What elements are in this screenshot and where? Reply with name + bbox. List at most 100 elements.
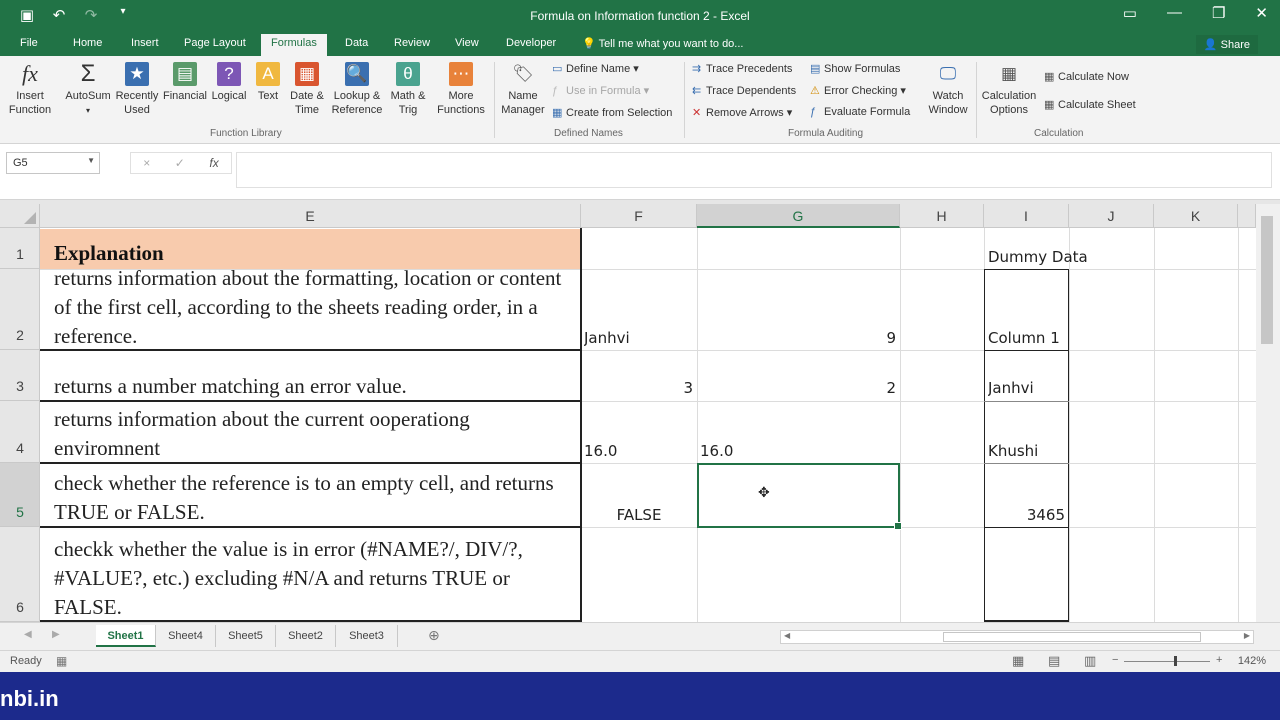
tab-file[interactable]: File <box>20 37 38 49</box>
row-header-2[interactable]: 2 <box>0 269 40 350</box>
watch-window-button[interactable]: 🖵 Watch Window <box>924 62 972 117</box>
create-from-selection-button[interactable]: ▦ Create from Selection <box>552 106 672 119</box>
calculate-sheet-button[interactable]: ▦ Calculate Sheet <box>1044 98 1136 111</box>
select-all-button[interactable] <box>0 204 40 228</box>
formula-input[interactable] <box>236 152 1272 188</box>
cell-f4[interactable]: 16.0 <box>584 442 694 460</box>
scrollbar-thumb[interactable] <box>1261 216 1273 344</box>
remove-arrows-button[interactable]: ✕ Remove Arrows ▾ <box>692 106 792 119</box>
column-header-l[interactable] <box>1238 204 1256 228</box>
define-name-button[interactable]: ▭ Define Name ▾ <box>552 62 639 75</box>
column-header-h[interactable]: H <box>900 204 984 228</box>
add-sheet-icon[interactable]: ⊕ <box>428 627 440 644</box>
cell-g2[interactable]: 9 <box>697 329 900 347</box>
error-checking-button[interactable]: ⚠ Error Checking ▾ <box>810 84 906 97</box>
tab-developer[interactable]: Developer <box>506 37 556 49</box>
lookup-reference-button[interactable]: 🔍 Lookup & Reference <box>330 62 384 117</box>
macro-recording-icon[interactable]: ▦ <box>56 654 67 668</box>
zoom-in-icon[interactable]: + <box>1216 654 1222 666</box>
logical-button[interactable]: ? Logical <box>208 62 250 103</box>
autosum-button[interactable]: Σ AutoSum ▾ <box>62 62 114 118</box>
page-break-view-icon[interactable]: ▥ <box>1084 653 1096 669</box>
column-header-e[interactable]: E <box>40 204 581 228</box>
column-header-f[interactable]: F <box>581 204 697 228</box>
calculation-options-button[interactable]: ▦ Calculation Options <box>980 62 1038 117</box>
cell-e6[interactable]: checkk whether the value is in error (#N… <box>40 535 580 622</box>
minimize-icon[interactable]: — <box>1167 4 1182 22</box>
more-functions-button[interactable]: ⋯ More Functions <box>434 62 488 117</box>
sheet-tab-sheet5[interactable]: Sheet5 <box>216 625 276 647</box>
scroll-left-icon[interactable]: ◀ <box>24 629 32 640</box>
worksheet-grid[interactable]: E F G H I J K 1 2 3 4 5 6 Explanation Du… <box>0 204 1256 622</box>
zoom-out-icon[interactable]: − <box>1112 654 1118 666</box>
selected-cell-g5[interactable] <box>697 463 902 530</box>
scroll-right-arrow-icon[interactable]: ▶ <box>1244 631 1250 640</box>
ribbon-display-icon[interactable]: ▭ <box>1123 4 1137 22</box>
page-layout-view-icon[interactable]: ▤ <box>1048 653 1060 669</box>
sheet-tab-sheet1[interactable]: Sheet1 <box>96 625 156 647</box>
normal-view-icon[interactable]: ▦ <box>1012 653 1024 669</box>
trace-precedents-button[interactable]: ⇉ Trace Precedents <box>692 62 792 75</box>
row-header-3[interactable]: 3 <box>0 350 40 401</box>
close-icon[interactable]: ✕ <box>1255 4 1268 22</box>
cell-i3[interactable]: Janhvi <box>988 379 1068 397</box>
chevron-down-icon[interactable]: ▼ <box>87 156 95 165</box>
trace-dependents-button[interactable]: ⇇ Trace Dependents <box>692 84 796 97</box>
row-header-6[interactable]: 6 <box>0 527 40 622</box>
use-in-formula-button[interactable]: ƒ Use in Formula ▾ <box>552 84 649 97</box>
column-header-k[interactable]: K <box>1154 204 1238 228</box>
insert-function-button[interactable]: fx Insert Function <box>6 62 54 117</box>
cell-f3[interactable]: 3 <box>581 379 697 397</box>
cell-i2[interactable]: Column 1 <box>988 329 1068 347</box>
row-header-4[interactable]: 4 <box>0 401 40 463</box>
zoom-slider[interactable] <box>1124 656 1210 666</box>
financial-button[interactable]: ▤ Financial <box>162 62 208 103</box>
tab-page-layout[interactable]: Page Layout <box>184 37 246 49</box>
cell-g4[interactable]: 16.0 <box>700 442 890 460</box>
scroll-right-icon[interactable]: ▶ <box>52 629 60 640</box>
cell-e3[interactable]: returns a number matching an error value… <box>40 372 580 401</box>
vertical-scrollbar[interactable] <box>1256 204 1280 622</box>
recently-used-button[interactable]: ★ Recently Used <box>114 62 160 117</box>
cell-i4[interactable]: Khushi <box>988 442 1068 460</box>
cell-e1[interactable]: Explanation <box>40 229 580 269</box>
column-header-j[interactable]: J <box>1069 204 1154 228</box>
horizontal-scrollbar[interactable]: ◀ ▶ <box>780 630 1254 644</box>
name-box[interactable]: G5 ▼ <box>6 152 100 174</box>
row-header-5[interactable]: 5 <box>0 463 40 527</box>
name-manager-button[interactable]: 🏷 Name Manager <box>498 62 548 117</box>
tell-me-box[interactable]: 💡 Tell me what you want to do... <box>582 37 743 50</box>
tab-insert[interactable]: Insert <box>131 37 159 49</box>
sheet-tab-sheet3[interactable]: Sheet3 <box>336 625 398 647</box>
calculate-now-button[interactable]: ▦ Calculate Now <box>1044 70 1129 83</box>
cancel-icon[interactable]: × <box>143 156 150 170</box>
column-header-i[interactable]: I <box>984 204 1069 228</box>
zoom-level[interactable]: 142% <box>1238 655 1266 667</box>
share-button[interactable]: 👤 Share <box>1195 35 1258 54</box>
enter-icon[interactable]: ✓ <box>175 156 185 170</box>
cell-g3[interactable]: 2 <box>697 379 900 397</box>
tab-formulas[interactable]: Formulas <box>261 34 327 56</box>
cell-e5[interactable]: check whether the reference is to an emp… <box>40 469 580 527</box>
sheet-tab-sheet4[interactable]: Sheet4 <box>156 625 216 647</box>
show-formulas-button[interactable]: ▤ Show Formulas <box>810 62 900 75</box>
text-button[interactable]: A Text <box>252 62 284 103</box>
maximize-icon[interactable]: ❐ <box>1212 4 1225 22</box>
tab-home[interactable]: Home <box>73 37 102 49</box>
scroll-left-arrow-icon[interactable]: ◀ <box>784 631 790 640</box>
scrollbar-thumb[interactable] <box>943 632 1201 642</box>
cell-e4[interactable]: returns information about the current oo… <box>40 405 580 463</box>
tab-view[interactable]: View <box>455 37 479 49</box>
tab-review[interactable]: Review <box>394 37 430 49</box>
math-trig-button[interactable]: θ Math & Trig <box>386 62 430 117</box>
cell-f5[interactable]: FALSE <box>581 506 697 524</box>
sheet-tab-sheet2[interactable]: Sheet2 <box>276 625 336 647</box>
evaluate-formula-button[interactable]: ƒ Evaluate Formula <box>810 106 910 118</box>
date-time-button[interactable]: ▦ Date & Time <box>286 62 328 117</box>
cell-i5[interactable]: 3465 <box>984 506 1069 524</box>
cell-f2[interactable]: Janhvi <box>584 329 694 347</box>
cell-i1[interactable]: Dummy Data <box>988 248 1158 266</box>
insert-function-icon[interactable]: fx <box>209 156 218 170</box>
row-header-1[interactable]: 1 <box>0 228 40 269</box>
cell-e2[interactable]: returns information about the formatting… <box>40 264 580 350</box>
